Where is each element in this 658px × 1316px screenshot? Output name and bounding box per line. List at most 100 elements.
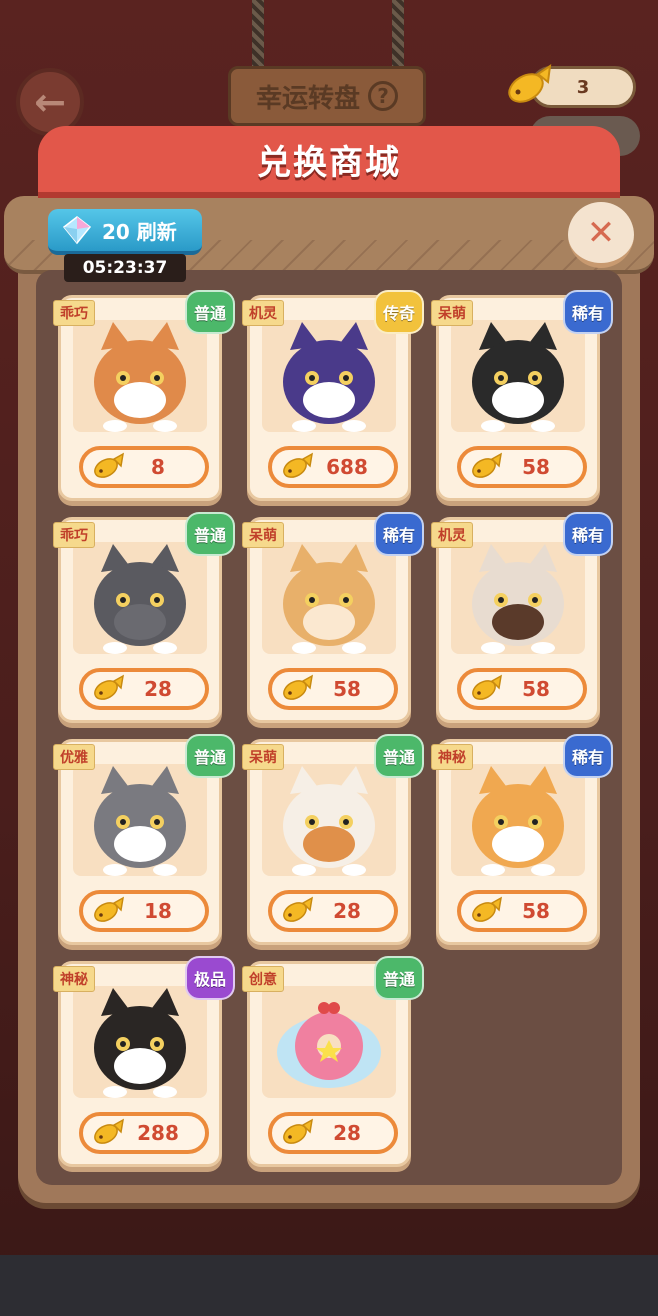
rarity-badge: 稀有 bbox=[563, 734, 613, 778]
fish-coin-icon bbox=[94, 896, 124, 922]
item-tag: 乖巧 bbox=[53, 300, 95, 326]
fish-coin-icon bbox=[283, 674, 313, 700]
shop-item-card[interactable]: 乖巧 普通 8 bbox=[53, 290, 235, 501]
item-art bbox=[262, 542, 396, 654]
item-art bbox=[262, 764, 396, 876]
price-button[interactable]: 18 bbox=[79, 890, 209, 932]
rarity-badge: 传奇 bbox=[374, 290, 424, 334]
price-button[interactable]: 58 bbox=[457, 668, 587, 710]
item-price: 58 bbox=[522, 677, 550, 701]
item-art bbox=[73, 764, 207, 876]
orange-cat-icon bbox=[94, 322, 186, 432]
refresh-timer: 05:23:37 bbox=[64, 254, 186, 282]
item-art bbox=[73, 986, 207, 1098]
price-button[interactable]: 28 bbox=[268, 890, 398, 932]
item-art bbox=[451, 542, 585, 654]
shiba-cat-icon bbox=[283, 544, 375, 654]
item-price: 58 bbox=[522, 899, 550, 923]
price-button[interactable]: 8 bbox=[79, 446, 209, 488]
refresh-label: 20 刷新 bbox=[102, 219, 177, 244]
siamese-cat-icon bbox=[472, 544, 564, 654]
price-button[interactable]: 58 bbox=[268, 668, 398, 710]
shop-item-card[interactable]: 神秘 极品 288 bbox=[53, 956, 235, 1167]
calico-cat-icon bbox=[283, 766, 375, 876]
item-price: 288 bbox=[137, 1121, 179, 1145]
shop-item-card[interactable]: 呆萌 普通 28 bbox=[242, 734, 424, 945]
fish-coin-icon bbox=[94, 1118, 124, 1144]
rarity-badge: 普通 bbox=[185, 290, 235, 334]
rarity-badge: 稀有 bbox=[374, 512, 424, 556]
rope-left bbox=[252, 0, 264, 70]
price-button[interactable]: 28 bbox=[79, 668, 209, 710]
item-price: 8 bbox=[151, 455, 165, 479]
rarity-badge: 普通 bbox=[374, 734, 424, 778]
lucky-wheel-label: 幸运转盘 bbox=[255, 83, 360, 114]
rarity-badge: 普通 bbox=[374, 956, 424, 1000]
rarity-badge: 稀有 bbox=[563, 290, 613, 334]
item-price: 28 bbox=[144, 677, 172, 701]
item-tag: 神秘 bbox=[431, 744, 473, 770]
rarity-badge: 普通 bbox=[185, 734, 235, 778]
item-tag: 呆萌 bbox=[431, 300, 473, 326]
shop-item-card[interactable]: 优雅 普通 18 bbox=[53, 734, 235, 945]
shop-item-card[interactable]: 机灵 传奇 688 bbox=[242, 290, 424, 501]
shop-title: 兑换商城 bbox=[257, 142, 401, 183]
close-icon: ✕ bbox=[586, 212, 616, 253]
fish-coin-icon bbox=[508, 63, 552, 103]
item-art bbox=[73, 542, 207, 654]
rarity-badge: 普通 bbox=[185, 512, 235, 556]
close-button[interactable]: ✕ bbox=[568, 202, 634, 268]
shop-item-card[interactable]: 创意 普通 28 bbox=[242, 956, 424, 1167]
item-tag: 神秘 bbox=[53, 966, 95, 992]
fish-coin-icon bbox=[283, 896, 313, 922]
fish-coin-icon bbox=[472, 674, 502, 700]
item-tag: 优雅 bbox=[53, 744, 95, 770]
lucky-wheel-sign[interactable]: 幸运转盘 ? bbox=[228, 66, 426, 126]
purple-cat-icon bbox=[283, 322, 375, 432]
tiger-cat-icon bbox=[472, 766, 564, 876]
item-art bbox=[451, 320, 585, 432]
fish-coin-icon bbox=[94, 674, 124, 700]
shop-item-card[interactable]: 乖巧 普通 28 bbox=[53, 512, 235, 723]
rope-right bbox=[392, 0, 404, 70]
item-tag: 呆萌 bbox=[242, 744, 284, 770]
item-tag: 机灵 bbox=[431, 522, 473, 548]
diamond-icon bbox=[62, 216, 92, 245]
black-cat-icon bbox=[94, 988, 186, 1098]
item-tag: 创意 bbox=[242, 966, 284, 992]
item-price: 58 bbox=[522, 455, 550, 479]
item-art bbox=[73, 320, 207, 432]
item-tag: 呆萌 bbox=[242, 522, 284, 548]
shop-item-card[interactable]: 机灵 稀有 58 bbox=[431, 512, 613, 723]
back-arrow-icon: ← bbox=[34, 80, 66, 124]
price-button[interactable]: 288 bbox=[79, 1112, 209, 1154]
gray-white-cat-icon bbox=[94, 766, 186, 876]
fish-coin-icon bbox=[472, 452, 502, 478]
item-art bbox=[451, 764, 585, 876]
item-price: 28 bbox=[333, 899, 361, 923]
fish-coin-icon bbox=[94, 452, 124, 478]
price-button[interactable]: 58 bbox=[457, 890, 587, 932]
price-button[interactable]: 28 bbox=[268, 1112, 398, 1154]
shop-item-card[interactable]: 呆萌 稀有 58 bbox=[242, 512, 424, 723]
item-price: 28 bbox=[333, 1121, 361, 1145]
rarity-badge: 极品 bbox=[185, 956, 235, 1000]
gray-cat-icon bbox=[94, 544, 186, 654]
shop-item-card[interactable]: 呆萌 稀有 58 bbox=[431, 290, 613, 501]
refresh-button[interactable]: 20 刷新 bbox=[48, 209, 202, 255]
item-art bbox=[262, 320, 396, 432]
item-price: 18 bbox=[144, 899, 172, 923]
item-price: 58 bbox=[333, 677, 361, 701]
rarity-badge: 稀有 bbox=[563, 512, 613, 556]
tuxedo-cat-icon bbox=[472, 322, 564, 432]
fish-coin-icon bbox=[472, 896, 502, 922]
price-button[interactable]: 688 bbox=[268, 446, 398, 488]
shop-title-banner: 兑换商城 bbox=[38, 126, 620, 198]
item-price: 688 bbox=[326, 455, 368, 479]
bottom-band bbox=[0, 1255, 658, 1316]
fish-coin-icon bbox=[283, 452, 313, 478]
shop-item-card[interactable]: 神秘 稀有 58 bbox=[431, 734, 613, 945]
item-art bbox=[262, 986, 396, 1098]
price-button[interactable]: 58 bbox=[457, 446, 587, 488]
help-icon[interactable]: ? bbox=[368, 81, 398, 111]
